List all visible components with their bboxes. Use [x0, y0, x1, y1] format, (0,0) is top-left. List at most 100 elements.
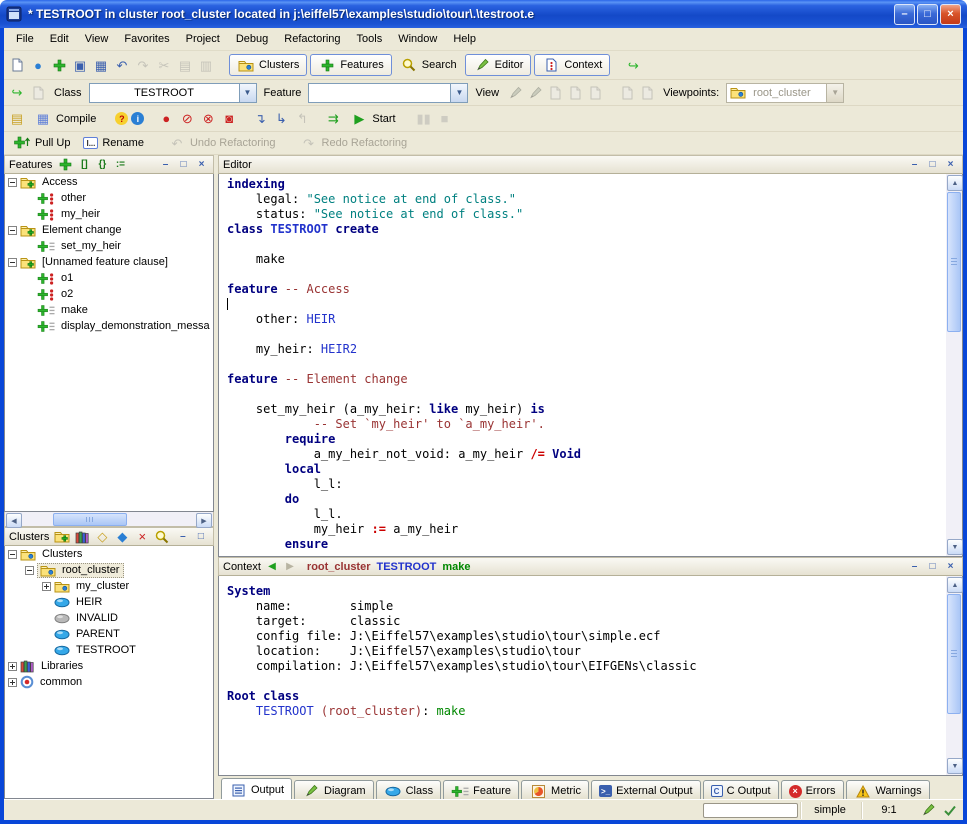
- menu-tools[interactable]: Tools: [349, 30, 391, 48]
- scroll-down-icon[interactable]: ▼: [947, 758, 963, 774]
- scrollbar-thumb[interactable]: [947, 192, 961, 332]
- drop-breakpoint-icon[interactable]: ●: [157, 110, 175, 127]
- tab-class[interactable]: Class: [376, 780, 442, 801]
- editor-code-area[interactable]: indexing legal: "See notice at end of cl…: [219, 174, 946, 556]
- menu-window[interactable]: Window: [390, 30, 445, 48]
- features-horizontal-scrollbar[interactable]: ◀ ▶: [4, 512, 214, 527]
- collapse-icon[interactable]: [8, 226, 17, 235]
- scroll-up-icon[interactable]: ▲: [947, 577, 963, 593]
- class-combobox[interactable]: TESTROOT ▼: [89, 83, 257, 103]
- search-button[interactable]: Search: [395, 54, 462, 76]
- context-vertical-scrollbar[interactable]: ▲ ▼: [946, 576, 962, 775]
- tree-item[interactable]: HEIR: [5, 594, 213, 610]
- tab-feature[interactable]: Feature: [443, 780, 519, 801]
- error-info-icon[interactable]: ?: [115, 112, 128, 125]
- collapse-icon[interactable]: [8, 178, 17, 187]
- remove-item-icon[interactable]: ◇: [93, 528, 111, 545]
- scrollbar-thumb[interactable]: [53, 513, 127, 526]
- step-into-icon[interactable]: ↴: [251, 110, 269, 127]
- features-button[interactable]: Features: [310, 54, 391, 76]
- pane-minimize-button[interactable]: –: [907, 559, 922, 574]
- search-icon[interactable]: [153, 528, 171, 545]
- menu-favorites[interactable]: Favorites: [116, 30, 177, 48]
- new-document-icon[interactable]: [8, 57, 26, 74]
- tree-item[interactable]: make: [5, 302, 213, 318]
- editor-vertical-scrollbar[interactable]: ▲ ▼: [946, 174, 962, 556]
- open-file-icon[interactable]: ●: [29, 57, 47, 74]
- tab-diagram[interactable]: Diagram: [294, 780, 374, 801]
- start-button[interactable]: ▶ Start: [345, 108, 400, 130]
- scrollbar-thumb[interactable]: [947, 594, 961, 714]
- chevron-down-icon[interactable]: ▼: [239, 84, 256, 102]
- external-editor-icon[interactable]: ↪: [624, 57, 642, 74]
- clusters-button[interactable]: Clusters: [229, 54, 307, 76]
- save-all-icon[interactable]: ▦: [92, 57, 110, 74]
- remove-breakpoints-icon[interactable]: ⊗: [199, 110, 217, 127]
- tree-item[interactable]: other: [5, 190, 213, 206]
- tree-item[interactable]: Libraries: [5, 658, 213, 674]
- context-crumb[interactable]: make: [442, 561, 470, 573]
- pane-minimize-button[interactable]: –: [175, 529, 190, 544]
- editor-button[interactable]: Editor: [465, 54, 532, 76]
- tree-item[interactable]: o2: [5, 286, 213, 302]
- pane-close-button[interactable]: ×: [194, 157, 209, 172]
- braces-icon[interactable]: {}: [94, 156, 110, 173]
- tree-item[interactable]: o1: [5, 270, 213, 286]
- step-over-icon[interactable]: ↳: [272, 110, 290, 127]
- scroll-right-icon[interactable]: ▶: [196, 513, 212, 528]
- menu-edit[interactable]: Edit: [42, 30, 77, 48]
- tab-c-output[interactable]: CC Output: [703, 780, 779, 801]
- context-crumb[interactable]: TESTROOT: [377, 561, 437, 573]
- delete-icon[interactable]: ×: [133, 528, 151, 545]
- tab-errors[interactable]: ×Errors: [781, 780, 844, 801]
- expand-icon[interactable]: [42, 582, 51, 591]
- new-feature-icon[interactable]: [56, 156, 74, 173]
- add-item-icon[interactable]: ◆: [113, 528, 131, 545]
- alias-brackets-icon[interactable]: []: [76, 156, 92, 173]
- run-ignore-breakpoints-icon[interactable]: ⇉: [324, 110, 342, 127]
- pane-minimize-button[interactable]: –: [907, 157, 922, 172]
- menu-project[interactable]: Project: [178, 30, 228, 48]
- maximize-button[interactable]: □: [917, 4, 938, 25]
- pane-maximize-button[interactable]: □: [193, 529, 208, 544]
- tree-item[interactable]: [Unnamed feature clause]: [5, 254, 213, 270]
- compile-button[interactable]: ▦ Compile: [29, 108, 101, 130]
- tree-item[interactable]: my_cluster: [5, 578, 213, 594]
- collapse-icon[interactable]: [25, 566, 34, 575]
- new-feature-icon[interactable]: [50, 57, 68, 74]
- scroll-left-icon[interactable]: ◀: [6, 513, 22, 528]
- save-icon[interactable]: ▣: [71, 57, 89, 74]
- menu-file[interactable]: File: [8, 30, 42, 48]
- tab-external-output[interactable]: >_External Output: [591, 780, 701, 801]
- tab-metric[interactable]: Metric: [521, 780, 589, 801]
- collapse-icon[interactable]: [8, 258, 17, 267]
- menu-debug[interactable]: Debug: [228, 30, 276, 48]
- expand-icon[interactable]: [8, 662, 17, 671]
- menu-refactoring[interactable]: Refactoring: [276, 30, 348, 48]
- new-cluster-icon[interactable]: [53, 528, 71, 545]
- tree-item[interactable]: Element change: [5, 222, 213, 238]
- tree-item[interactable]: root_cluster: [5, 562, 213, 578]
- history-back-icon[interactable]: ◀: [265, 561, 279, 572]
- tree-item[interactable]: Clusters: [5, 546, 213, 562]
- feature-combobox[interactable]: ▼: [308, 83, 468, 103]
- tree-item[interactable]: INVALID: [5, 610, 213, 626]
- menu-view[interactable]: View: [77, 30, 117, 48]
- tab-output[interactable]: Output: [221, 778, 292, 801]
- tree-item[interactable]: display_demonstration_messa: [5, 318, 213, 334]
- pane-minimize-button[interactable]: –: [158, 157, 173, 172]
- tree-item[interactable]: my_heir: [5, 206, 213, 222]
- tree-item[interactable]: common: [5, 674, 213, 690]
- collapse-icon[interactable]: [8, 550, 17, 559]
- editable-toggle-icon[interactable]: [918, 801, 938, 819]
- syntax-check-icon[interactable]: [940, 801, 960, 819]
- pane-maximize-button[interactable]: □: [925, 559, 940, 574]
- tree-item[interactable]: PARENT: [5, 626, 213, 642]
- menu-help[interactable]: Help: [445, 30, 484, 48]
- pane-maximize-button[interactable]: □: [925, 157, 940, 172]
- send-to-editor-icon[interactable]: ↪: [8, 84, 26, 101]
- context-button[interactable]: Context: [534, 54, 610, 76]
- disable-breakpoint-icon[interactable]: ⊘: [178, 110, 196, 127]
- tab-warnings[interactable]: Warnings: [846, 780, 930, 801]
- info-icon[interactable]: i: [131, 112, 144, 125]
